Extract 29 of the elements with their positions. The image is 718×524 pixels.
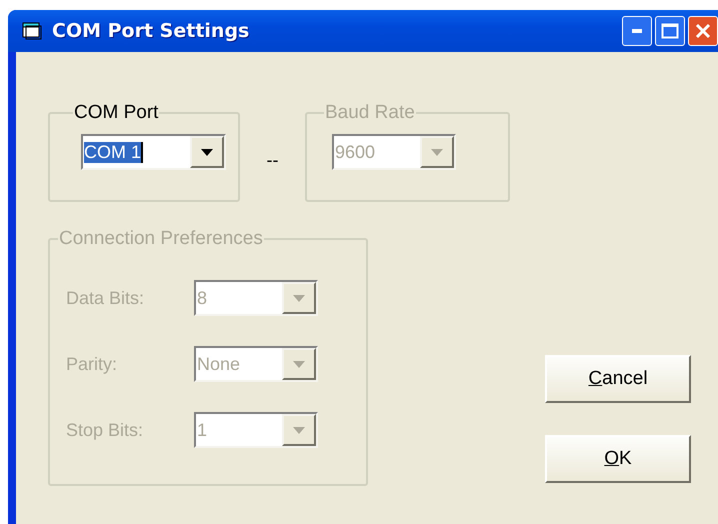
dropdown-value: 8 — [197, 288, 208, 308]
caret-icon — [431, 148, 443, 156]
dialog-button[interactable]: Cancel — [545, 355, 691, 403]
minimize-button[interactable] — [622, 16, 652, 46]
dropdown-button[interactable] — [190, 136, 224, 168]
caret-icon — [201, 148, 213, 156]
window-title: COM Port Settings — [52, 20, 250, 42]
dialog-button[interactable]: OK — [545, 435, 691, 483]
dropdown-value: 9600 — [335, 142, 376, 162]
minimize-icon — [632, 29, 642, 33]
caret-icon — [293, 294, 305, 302]
dropdown-field[interactable]: COM 1 — [81, 134, 226, 170]
maximize-icon — [661, 23, 679, 39]
caret-icon — [293, 360, 305, 368]
group-title: Connection Preferences — [58, 228, 264, 250]
dropdown-value: None — [197, 354, 240, 374]
field-label: Data Bits: — [66, 288, 146, 308]
maximize-button[interactable] — [655, 16, 685, 46]
dropdown-value: COM 1 — [84, 142, 144, 162]
caret-icon — [293, 426, 305, 434]
field-label: Stop Bits: — [66, 420, 144, 440]
window-icon — [22, 22, 42, 40]
close-button[interactable] — [688, 16, 718, 46]
group-title: COM Port — [73, 102, 160, 124]
group-title: Baud Rate — [324, 102, 416, 124]
separator-text: -- — [266, 150, 280, 171]
close-icon — [695, 23, 711, 39]
field-label: Parity: — [66, 354, 118, 374]
dropdown-value: 1 — [197, 420, 208, 440]
